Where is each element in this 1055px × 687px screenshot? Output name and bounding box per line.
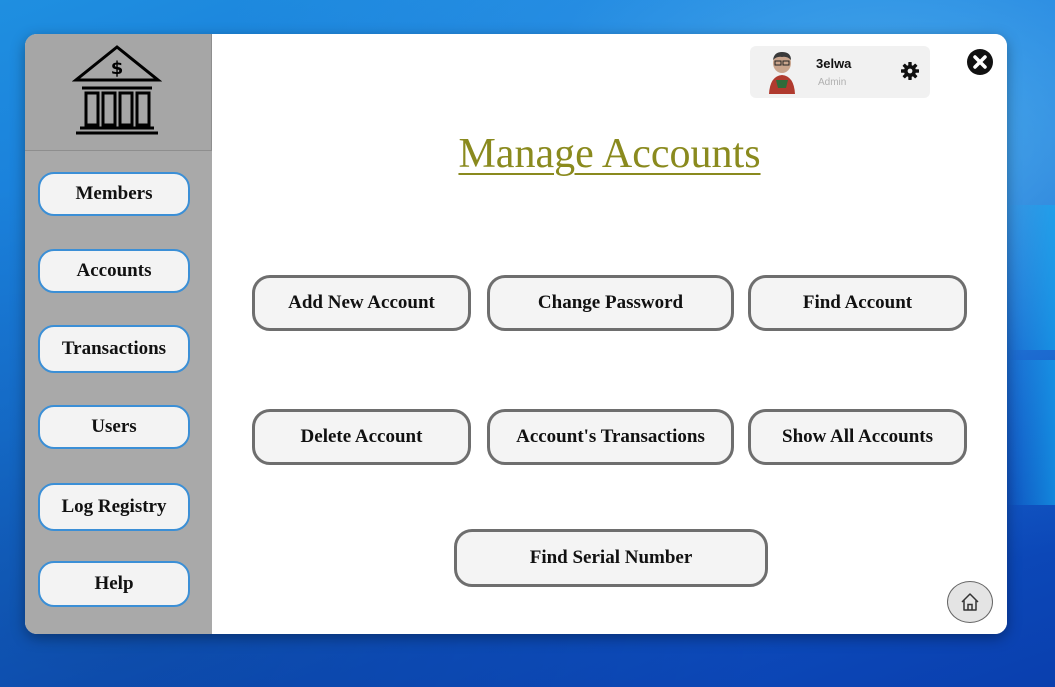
main-panel: 3elwa Admin Manage Accounts Add New Acco… [212, 34, 1007, 634]
avatar [766, 50, 798, 94]
user-name: 3elwa [816, 56, 852, 71]
user-role: Admin [818, 77, 847, 88]
home-icon [961, 593, 979, 611]
close-icon[interactable] [966, 48, 994, 76]
change-password-button[interactable]: Change Password [487, 275, 734, 331]
svg-text:$: $ [111, 58, 124, 79]
account-transactions-button[interactable]: Account's Transactions [487, 409, 734, 465]
add-new-account-button[interactable]: Add New Account [252, 275, 471, 331]
user-profile-card: 3elwa Admin [750, 46, 930, 98]
find-serial-number-button[interactable]: Find Serial Number [454, 529, 768, 587]
app-window: $ Members Accounts Transactions Users Lo… [25, 34, 1007, 634]
bank-icon: $ [72, 45, 162, 135]
show-all-accounts-button[interactable]: Show All Accounts [748, 409, 967, 465]
sidebar-item-help[interactable]: Help [38, 561, 190, 607]
sidebar-item-log-registry[interactable]: Log Registry [38, 483, 190, 531]
sidebar-item-users[interactable]: Users [38, 405, 190, 449]
gear-icon[interactable] [900, 61, 920, 81]
delete-account-button[interactable]: Delete Account [252, 409, 471, 465]
logo-panel: $ [25, 34, 212, 151]
sidebar: $ Members Accounts Transactions Users Lo… [25, 34, 212, 634]
find-account-button[interactable]: Find Account [748, 275, 967, 331]
desktop-window-edge [1007, 360, 1055, 505]
sidebar-item-accounts[interactable]: Accounts [38, 249, 190, 293]
sidebar-item-members[interactable]: Members [38, 172, 190, 216]
sidebar-item-transactions[interactable]: Transactions [38, 325, 190, 373]
desktop-window-edge [1007, 205, 1055, 350]
page-title: Manage Accounts [458, 131, 761, 177]
home-button[interactable] [947, 581, 993, 623]
